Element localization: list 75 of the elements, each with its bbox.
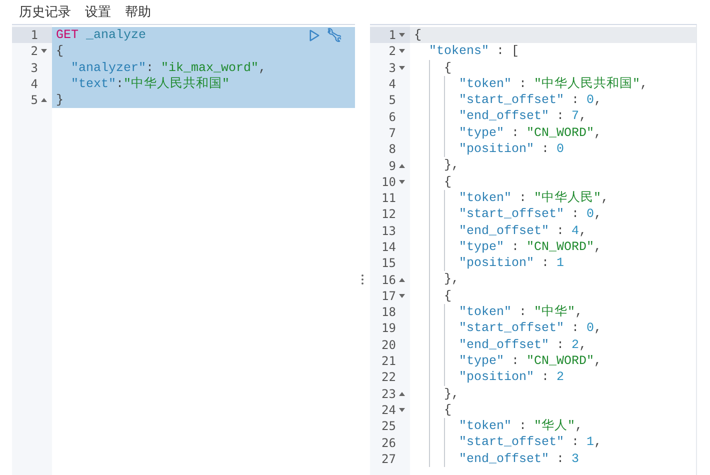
line-number: 4 — [30, 77, 38, 92]
line-number: 16 — [382, 272, 396, 287]
line-number: 8 — [388, 142, 396, 156]
fold-icon[interactable] — [399, 164, 405, 168]
line-number: 15 — [382, 256, 396, 270]
line-number: 10 — [382, 174, 396, 189]
line-number: 24 — [382, 402, 396, 417]
line-number: 9 — [388, 158, 396, 173]
line-number: 26 — [382, 436, 396, 450]
fold-icon[interactable] — [399, 33, 405, 38]
code-line: { — [410, 60, 696, 76]
code-line: "position" : 2 — [410, 369, 696, 386]
line-number: 14 — [382, 240, 396, 254]
code-line: }, — [410, 157, 696, 174]
code-line: "start_offset" : 0, — [410, 206, 696, 223]
code-line: "type" : "CN_WORD", — [410, 352, 696, 370]
line-number: 27 — [382, 452, 396, 466]
code-line: "position" : 1 — [410, 255, 696, 272]
code-line: "token" : "中华人民共和国", — [410, 76, 696, 92]
code-line: "start_offset" : 0, — [410, 92, 696, 108]
code-line: "token" : "华人", — [410, 418, 696, 434]
fold-icon[interactable] — [41, 98, 47, 102]
fold-icon[interactable] — [399, 66, 405, 70]
line-number: 6 — [388, 110, 396, 124]
code-line: "token" : "中华人民", — [410, 190, 696, 206]
code-line: { — [410, 402, 696, 418]
code-line: { — [410, 174, 696, 190]
fold-icon[interactable] — [399, 180, 405, 184]
wrench-icon[interactable] — [326, 28, 341, 43]
line-number: 13 — [382, 224, 396, 238]
code-line: }, — [410, 271, 696, 288]
line-number: 2 — [30, 44, 38, 58]
line-number: 7 — [388, 126, 396, 140]
code-line: }, — [410, 386, 696, 402]
line-number: 1 — [30, 28, 38, 42]
line-number: 18 — [382, 305, 396, 320]
line-number: 2 — [388, 44, 396, 58]
fold-icon[interactable] — [399, 278, 405, 282]
line-number: 17 — [382, 288, 396, 303]
line-number: 19 — [382, 321, 396, 336]
line-number: 4 — [388, 77, 396, 92]
line-number: 5 — [388, 93, 396, 108]
line-number: 23 — [382, 386, 396, 401]
code-line: "end_offset" : 7, — [410, 108, 696, 125]
line-number: 5 — [30, 93, 38, 108]
code-line: { — [410, 288, 696, 304]
code-line: "end_offset" : 4, — [410, 222, 696, 239]
line-number: 12 — [382, 207, 396, 222]
fold-icon[interactable] — [41, 49, 47, 54]
fold-icon[interactable] — [399, 49, 405, 54]
line-number: 22 — [382, 370, 396, 384]
code-line: "position" : 0 — [410, 141, 696, 158]
menu-item[interactable]: 帮助 — [125, 3, 151, 21]
line-number: 20 — [382, 338, 396, 352]
fold-icon[interactable] — [399, 408, 405, 412]
line-number: 3 — [388, 60, 396, 75]
line-number: 25 — [382, 419, 396, 434]
line-number: 11 — [382, 191, 396, 206]
code-line: "start_offset" : 1, — [410, 434, 696, 451]
fold-icon[interactable] — [399, 392, 405, 396]
line-number: 1 — [388, 28, 396, 42]
code-line: "type" : "CN_WORD", — [410, 238, 696, 256]
menu-item[interactable]: 设置 — [85, 3, 111, 21]
menu-item[interactable]: 历史记录 — [19, 3, 71, 21]
code-line: "end_offset" : 2, — [410, 336, 696, 353]
line-number: 21 — [382, 354, 396, 368]
fold-icon[interactable] — [399, 294, 405, 298]
code-line: "start_offset" : 0, — [410, 320, 696, 337]
code-line: "type" : "CN_WORD", — [410, 124, 696, 142]
line-number: 3 — [30, 60, 38, 75]
code-line: "end_offset" : 3 — [410, 450, 696, 468]
code-line: "token" : "中华", — [410, 304, 696, 320]
play-icon[interactable] — [309, 29, 320, 42]
code-line: "tokens" : [ — [428, 43, 520, 60]
resize-handle-icon[interactable] — [361, 274, 364, 285]
